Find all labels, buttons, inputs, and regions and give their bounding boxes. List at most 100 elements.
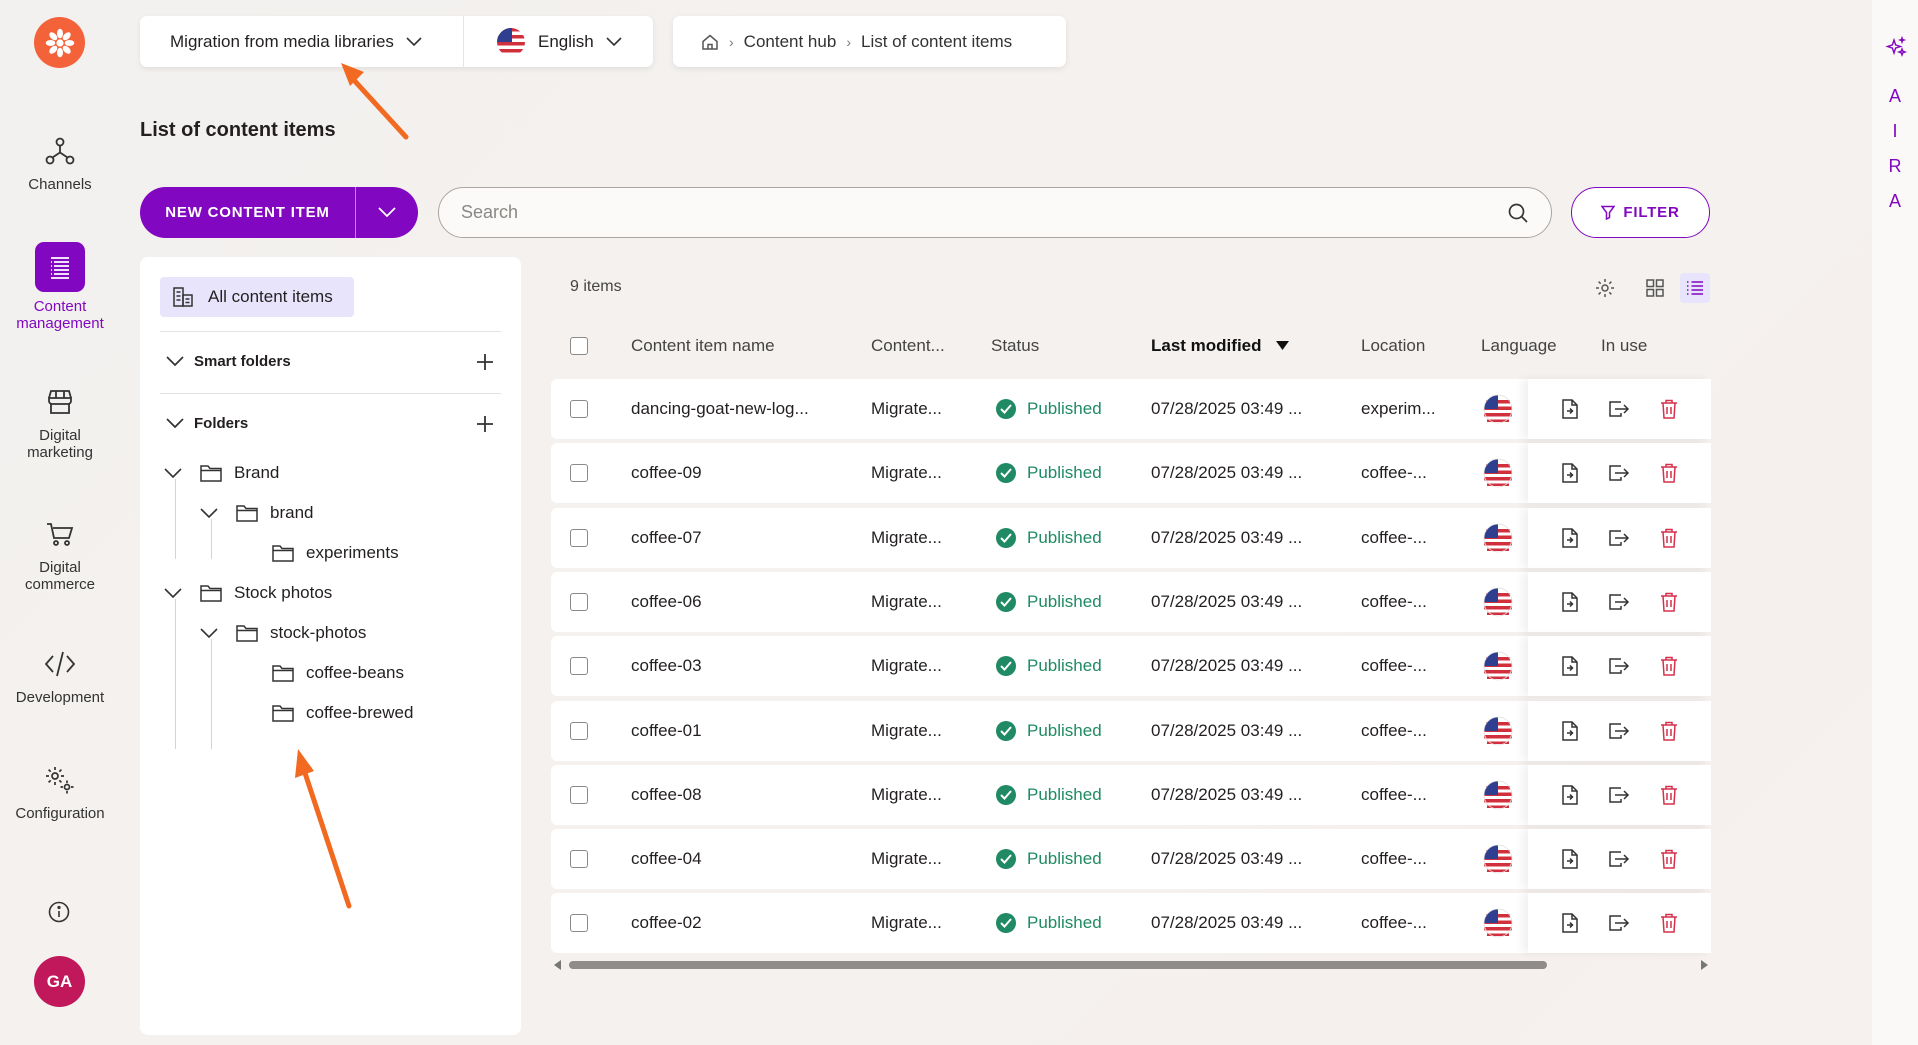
chevron-down-icon[interactable] — [200, 507, 222, 519]
column-header-name[interactable]: Content item name — [631, 336, 775, 356]
row-checkbox[interactable] — [570, 443, 588, 503]
content-item-name[interactable]: coffee-08 — [631, 765, 702, 825]
file-reference-icon[interactable] — [1561, 527, 1579, 548]
row-checkbox[interactable] — [570, 701, 588, 761]
chevron-down-icon[interactable] — [200, 627, 222, 639]
column-header-status[interactable]: Status — [991, 336, 1039, 356]
row-checkbox[interactable] — [570, 829, 588, 889]
trash-icon[interactable] — [1660, 399, 1678, 419]
open-external-icon[interactable] — [1608, 913, 1630, 933]
open-external-icon[interactable] — [1608, 528, 1630, 548]
open-external-icon[interactable] — [1608, 721, 1630, 741]
table-row[interactable]: coffee-06 Migrate... Published 07/28/202… — [551, 571, 1711, 632]
nav-item-development[interactable]: Development — [0, 647, 120, 706]
trash-icon[interactable] — [1660, 528, 1678, 548]
add-smart-folder-plus-icon[interactable] — [475, 352, 495, 372]
nav-item-channels[interactable]: Channels — [0, 134, 120, 193]
add-folder-plus-icon[interactable] — [475, 414, 495, 434]
content-item-name[interactable]: coffee-07 — [631, 508, 702, 568]
horizontal-scrollbar[interactable] — [551, 958, 1711, 972]
table-row[interactable]: coffee-04 Migrate... Published 07/28/202… — [551, 829, 1711, 890]
file-reference-icon[interactable] — [1561, 656, 1579, 676]
row-checkbox[interactable] — [570, 379, 588, 439]
search-input[interactable] — [461, 202, 1507, 223]
table-row[interactable]: coffee-03 Migrate... Published 07/28/202… — [551, 636, 1711, 697]
file-reference-icon[interactable] — [1561, 849, 1579, 869]
home-icon[interactable] — [701, 33, 719, 51]
table-row[interactable]: coffee-07 Migrate... Published 07/28/202… — [551, 507, 1711, 568]
nav-item-content-management[interactable]: Content management — [0, 242, 120, 332]
content-item-name[interactable]: dancing-goat-new-log... — [631, 379, 809, 439]
row-checkbox[interactable] — [570, 893, 588, 953]
folder-brand[interactable]: Brand — [164, 458, 279, 488]
open-external-icon[interactable] — [1608, 656, 1630, 676]
trash-icon[interactable] — [1660, 721, 1678, 741]
content-item-name[interactable]: coffee-03 — [631, 636, 702, 696]
nav-item-digital-marketing[interactable]: Digital marketing — [0, 385, 120, 461]
app-logo[interactable] — [34, 17, 85, 68]
chevron-down-icon[interactable] — [164, 467, 186, 479]
open-external-icon[interactable] — [1608, 463, 1630, 483]
table-settings-gear-icon[interactable] — [1590, 273, 1620, 303]
table-row[interactable]: dancing-goat-new-log... Migrate... Publi… — [551, 379, 1711, 439]
aira-assistant-rail[interactable]: A I R A — [1872, 0, 1918, 1045]
open-external-icon[interactable] — [1608, 592, 1630, 612]
row-checkbox[interactable] — [570, 572, 588, 632]
column-header-language[interactable]: Language — [1481, 336, 1557, 356]
trash-icon[interactable] — [1660, 656, 1678, 676]
trash-icon[interactable] — [1660, 463, 1678, 484]
new-content-item-button[interactable]: NEW CONTENT ITEM — [140, 187, 356, 238]
content-item-name[interactable]: coffee-09 — [631, 443, 702, 503]
folder-experiments[interactable]: experiments — [272, 538, 399, 568]
info-icon[interactable] — [47, 900, 71, 924]
select-all-checkbox[interactable] — [570, 337, 588, 360]
folder-coffee-brewed[interactable]: coffee-brewed — [272, 698, 413, 728]
column-header-in-use[interactable]: In use — [1601, 336, 1647, 356]
file-reference-icon[interactable] — [1561, 463, 1579, 484]
chevron-down-icon[interactable] — [164, 587, 186, 599]
table-row[interactable]: coffee-09 Migrate... Published 07/28/202… — [551, 443, 1711, 504]
column-header-location[interactable]: Location — [1361, 336, 1425, 356]
file-reference-icon[interactable] — [1561, 399, 1579, 419]
file-reference-icon[interactable] — [1561, 720, 1579, 741]
new-content-item-dropdown[interactable] — [356, 187, 418, 238]
column-header-last-modified[interactable]: Last modified — [1151, 336, 1290, 356]
user-avatar[interactable]: GA — [34, 956, 85, 1007]
sparkle-icon[interactable] — [1884, 35, 1908, 65]
all-content-items-button[interactable]: All content items — [160, 277, 354, 317]
open-external-icon[interactable] — [1608, 399, 1630, 419]
channel-dropdown[interactable]: Migration from media libraries — [140, 16, 463, 67]
trash-icon[interactable] — [1660, 785, 1678, 805]
row-checkbox[interactable] — [570, 636, 588, 696]
open-external-icon[interactable] — [1608, 849, 1630, 869]
nav-item-configuration[interactable]: Configuration — [0, 763, 120, 822]
folder-stock-photos-sub[interactable]: stock-photos — [200, 618, 366, 648]
breadcrumb-content-hub[interactable]: Content hub — [744, 32, 837, 52]
file-reference-icon[interactable] — [1561, 592, 1579, 612]
smart-folders-section[interactable]: Smart folders — [160, 331, 501, 391]
scrollbar-thumb[interactable] — [569, 961, 1547, 969]
folder-stock-photos[interactable]: Stock photos — [164, 578, 332, 608]
folder-brand-sub[interactable]: brand — [200, 498, 313, 528]
content-item-name[interactable]: coffee-04 — [631, 829, 702, 889]
table-row[interactable]: coffee-08 Migrate... Published 07/28/202… — [551, 764, 1711, 825]
folder-coffee-beans[interactable]: coffee-beans — [272, 658, 404, 688]
search-icon[interactable] — [1507, 202, 1529, 224]
scroll-right-icon[interactable] — [1700, 960, 1708, 970]
trash-icon[interactable] — [1660, 913, 1678, 934]
list-view-icon[interactable] — [1680, 273, 1710, 303]
file-reference-icon[interactable] — [1561, 785, 1579, 805]
grid-view-icon[interactable] — [1640, 273, 1670, 303]
filter-button[interactable]: FILTER — [1571, 187, 1710, 238]
file-reference-icon[interactable] — [1561, 913, 1579, 934]
table-row[interactable]: coffee-01 Migrate... Published 07/28/202… — [551, 700, 1711, 761]
content-item-name[interactable]: coffee-06 — [631, 572, 702, 632]
trash-icon[interactable] — [1660, 592, 1678, 612]
folders-section[interactable]: Folders — [160, 393, 501, 453]
content-item-name[interactable]: coffee-02 — [631, 893, 702, 953]
table-row[interactable]: coffee-02 Migrate... Published 07/28/202… — [551, 893, 1711, 954]
row-checkbox[interactable] — [570, 508, 588, 568]
nav-item-digital-commerce[interactable]: Digital commerce — [0, 517, 120, 593]
language-dropdown[interactable]: English — [463, 16, 653, 67]
open-external-icon[interactable] — [1608, 785, 1630, 805]
